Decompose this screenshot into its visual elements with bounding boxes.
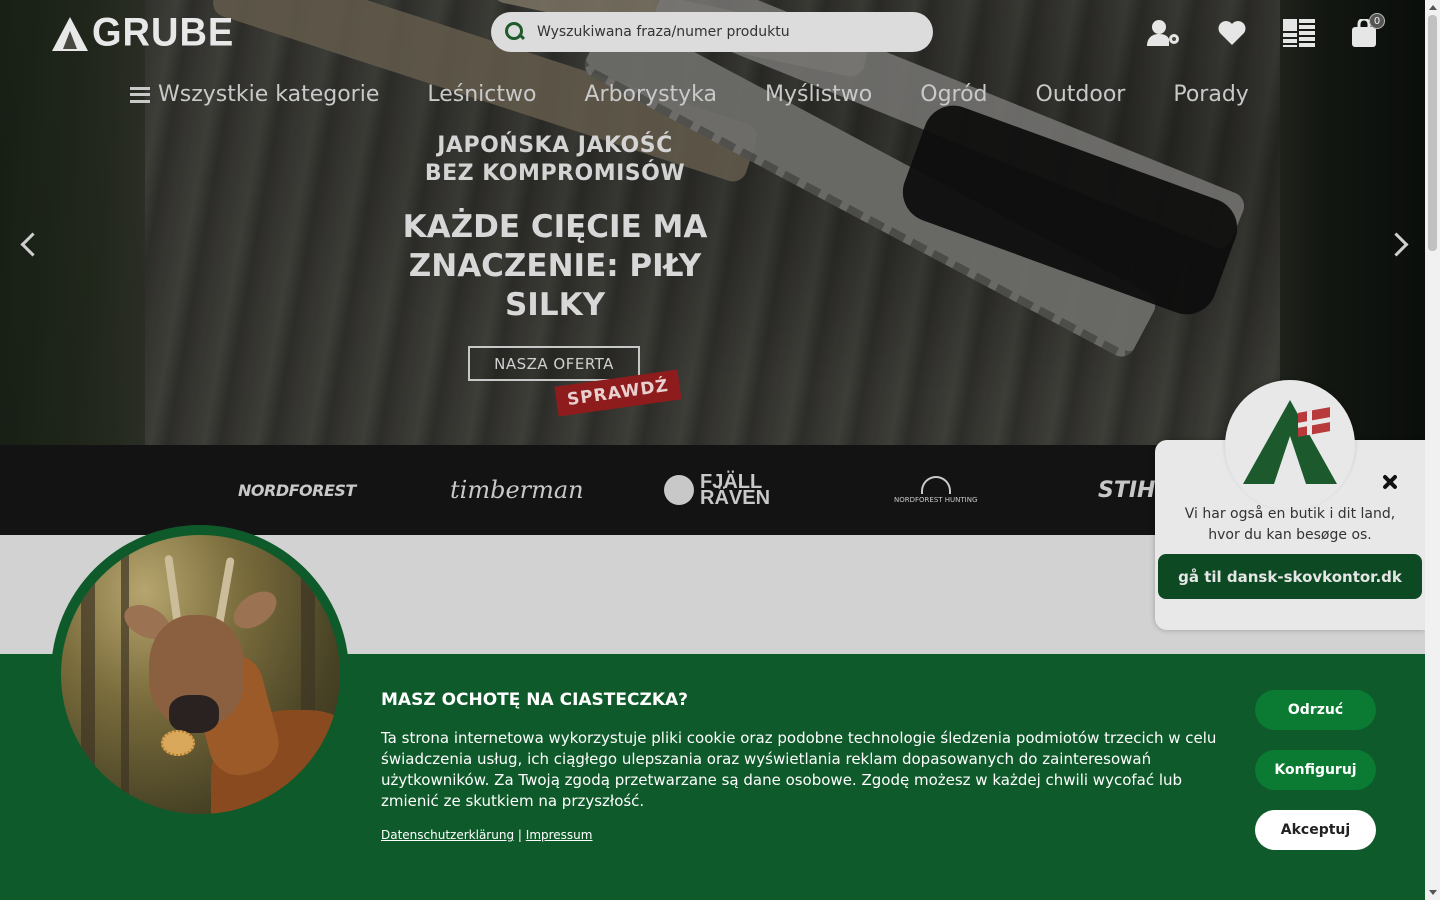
go-to-danish-shop-button[interactable]: gå til dansk-skovkontor.dk bbox=[1158, 554, 1422, 599]
menu-icon bbox=[130, 86, 150, 103]
cart-count-badge: 0 bbox=[1369, 13, 1385, 29]
logo-text: GRUBE bbox=[92, 10, 235, 56]
nav-item-myslistwo[interactable]: Myślistwo bbox=[765, 82, 872, 107]
catalog-icon[interactable] bbox=[1281, 16, 1317, 50]
cookie-links: Datenschutzerklärung | Impressum bbox=[381, 828, 592, 842]
search-input[interactable] bbox=[537, 24, 897, 40]
nav-item-outdoor[interactable]: Outdoor bbox=[1036, 82, 1126, 107]
fox-icon bbox=[664, 475, 694, 505]
hero-subtitle-line1: JAPOŃSKA JAKOŚĆ bbox=[437, 133, 673, 158]
nav-item-lesnictwo[interactable]: Leśnictwo bbox=[427, 82, 536, 107]
accept-button[interactable]: Akceptuj bbox=[1255, 810, 1376, 850]
scrollbar[interactable] bbox=[1425, 0, 1440, 900]
nav-all-categories[interactable]: Wszystkie kategorie bbox=[130, 82, 379, 107]
heart-icon[interactable] bbox=[1214, 16, 1250, 50]
brand-nordforest-hunting-label: NORDFOREST HUNTING bbox=[894, 496, 978, 504]
main-nav: Wszystkie kategorie Leśnictwo Arborystyk… bbox=[130, 82, 1297, 107]
brand-logo-fjallraven[interactable]: FJÄLL RÄVEN bbox=[664, 445, 770, 535]
scroll-down-icon[interactable] bbox=[1429, 890, 1437, 895]
privacy-link[interactable]: Datenschutzerklärung bbox=[381, 828, 514, 842]
brand-logo-timberman[interactable]: timberman bbox=[450, 445, 584, 535]
imprint-link[interactable]: Impressum bbox=[526, 828, 593, 842]
brand-fjallraven-line2: RÄVEN bbox=[700, 487, 771, 509]
nav-item-ogrod[interactable]: Ogród bbox=[920, 82, 987, 107]
carousel-prev-icon[interactable] bbox=[20, 230, 40, 258]
hero-subtitle: JAPOŃSKA JAKOŚĆ BEZ KOMPROMISÓW bbox=[400, 132, 710, 188]
close-icon[interactable] bbox=[1380, 472, 1400, 492]
country-popup-text: Vi har også en butik i dit land, hvor du… bbox=[1184, 506, 1396, 543]
nav-all-categories-label: Wszystkie kategorie bbox=[158, 82, 380, 107]
hero-subtitle-line2: BEZ KOMPROMISÓW bbox=[424, 161, 686, 186]
brand-logo-nordforest[interactable]: NORDFOREST bbox=[238, 445, 356, 535]
search-icon[interactable] bbox=[505, 22, 525, 42]
configure-button[interactable]: Konfiguruj bbox=[1255, 750, 1376, 790]
cookie-title: MASZ OCHOTĘ NA CIASTECZKA? bbox=[381, 690, 689, 710]
brand-logo-nordforest-hunting[interactable]: NORDFOREST HUNTING bbox=[894, 445, 977, 535]
scroll-up-icon[interactable] bbox=[1429, 5, 1437, 10]
cookie-text: Ta strona internetowa wykorzystuje pliki… bbox=[381, 729, 1217, 810]
deer-with-cookie-image bbox=[61, 535, 340, 814]
scrollbar-thumb[interactable] bbox=[1428, 15, 1437, 251]
nav-item-porady[interactable]: Porady bbox=[1173, 82, 1248, 107]
hero-offer-button[interactable]: NASZA OFERTA bbox=[468, 346, 640, 381]
search-bar[interactable] bbox=[491, 12, 933, 52]
user-settings-icon[interactable] bbox=[1146, 16, 1182, 50]
reject-button[interactable]: Odrzuć bbox=[1255, 690, 1376, 730]
logo[interactable]: GRUBE bbox=[52, 10, 235, 56]
antler-icon bbox=[920, 476, 951, 494]
carousel-next-icon[interactable] bbox=[1388, 230, 1408, 258]
link-separator: | bbox=[517, 828, 522, 842]
nav-item-arborystyka[interactable]: Arborystyka bbox=[584, 82, 717, 107]
logo-tree-icon bbox=[52, 16, 88, 51]
hero-title: KAŻDE CIĘCIE MA ZNACZENIE: PIŁY SILKY bbox=[402, 209, 708, 323]
